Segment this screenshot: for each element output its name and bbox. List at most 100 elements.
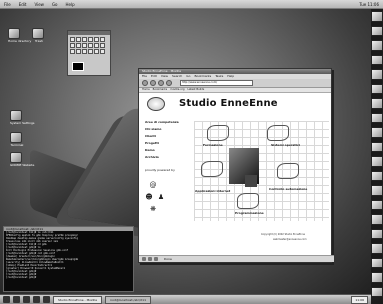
site-nav-link[interactable]: Chi siamo [145, 126, 179, 133]
help-icon[interactable] [13, 296, 20, 303]
forward-icon[interactable] [150, 80, 156, 86]
browser-menu-item[interactable]: File [142, 74, 147, 79]
menubar-clock: Tue 11:06 [359, 1, 379, 7]
dock-icon[interactable] [371, 98, 383, 109]
home-folder-icon [8, 28, 20, 39]
tool-button[interactable] [82, 49, 87, 54]
back-icon[interactable] [142, 80, 148, 86]
dock-icon[interactable] [371, 243, 383, 254]
desktop-icon-settings[interactable]: System Settings [10, 110, 34, 125]
decorative-square [245, 175, 257, 187]
browser-menu-item[interactable]: View [161, 74, 168, 79]
tool-button[interactable] [76, 37, 81, 42]
site-nav-link[interactable]: Clienti [145, 133, 179, 140]
dock-icon[interactable] [371, 83, 383, 94]
browser-statusbar: Done [139, 255, 334, 262]
reload-icon[interactable] [158, 80, 164, 86]
tool-button[interactable] [100, 49, 105, 54]
site-nav-link[interactable]: Archivio [145, 154, 179, 161]
stop-icon[interactable] [166, 80, 172, 86]
tool-button[interactable] [70, 49, 75, 54]
desktop-icon-home[interactable]: Home directory [8, 28, 31, 43]
browser-menu-item[interactable]: Edit [151, 74, 157, 79]
power-label: proudly powered by [145, 168, 175, 172]
browser-menu-item[interactable]: Help [227, 74, 234, 79]
menu-item[interactable]: Edit [15, 2, 31, 7]
gnu-icon: ☻ [145, 193, 153, 201]
section-link[interactable]: Applicazioni internet [195, 189, 230, 193]
dock-icon[interactable] [371, 11, 383, 22]
dock-icon[interactable] [371, 199, 383, 210]
dock-icon[interactable] [371, 228, 383, 239]
star-icon[interactable] [43, 296, 50, 303]
tool-button[interactable] [94, 43, 99, 48]
dock-icon[interactable] [371, 40, 383, 51]
browser-menu-item[interactable]: Search [172, 74, 182, 79]
url-input[interactable]: http://www.enneenne.com/ [180, 80, 253, 86]
menu-item[interactable]: Go [48, 2, 62, 7]
tool-button[interactable] [94, 37, 99, 42]
tool-button[interactable] [100, 43, 105, 48]
tool-button[interactable] [88, 43, 93, 48]
tool-button[interactable] [70, 37, 75, 42]
desktop-icon-label: Trash [35, 39, 43, 43]
menu-item[interactable]: File [0, 2, 15, 7]
dock-icon[interactable] [371, 214, 383, 225]
footer-text: Copyright (C) 2002 Studio EnneEnne [261, 233, 305, 236]
tool-button[interactable] [94, 49, 99, 54]
dock-icon[interactable] [371, 272, 383, 283]
menu-item[interactable]: View [30, 2, 48, 7]
trash-icon [32, 28, 44, 39]
tool-button[interactable] [70, 43, 75, 48]
dock-icon[interactable] [371, 170, 383, 181]
tool-button[interactable] [82, 37, 87, 42]
section-link[interactable]: Programmazione [235, 211, 264, 215]
tool-button[interactable] [76, 49, 81, 54]
section-link[interactable]: Controllo automazione [269, 187, 307, 191]
browser-menu-item[interactable]: Go [186, 74, 190, 79]
tool-button[interactable] [88, 37, 93, 42]
color-swatch[interactable] [72, 62, 84, 71]
site-nav-link[interactable]: Demo [145, 147, 179, 154]
dock-icon[interactable] [371, 25, 383, 36]
tool-button[interactable] [82, 43, 87, 48]
dock-icon[interactable] [371, 127, 383, 138]
toolbox-palette [67, 30, 111, 76]
dock-icon[interactable] [371, 141, 383, 152]
dock-icon[interactable] [371, 69, 383, 80]
dock-icon[interactable] [371, 156, 383, 167]
toolbar-link[interactable]: Latest Builds [187, 88, 204, 92]
terminal-icon [10, 132, 22, 143]
toolbar-link[interactable]: Home [142, 88, 150, 92]
dock-icon[interactable] [371, 112, 383, 123]
browser-menu-item[interactable]: Tasks [215, 74, 223, 79]
browser-window[interactable]: Studio EnneEnne - Mozilla File Edit View… [138, 68, 334, 263]
site-nav-link[interactable]: Progetti [145, 140, 179, 147]
taskbar-task[interactable]: Studio EnneEnne - Mozilla [53, 295, 102, 304]
dock-icon[interactable] [371, 257, 383, 268]
tool-button[interactable] [76, 43, 81, 48]
desktop-icon-trash[interactable]: Trash [32, 28, 46, 43]
desktop-icon-website[interactable]: GNOME Website [10, 152, 34, 167]
site-nav-link[interactable]: Aree di competenza [145, 119, 179, 126]
dock-icon[interactable] [371, 185, 383, 196]
toolbar-link[interactable]: Bookmarks [153, 88, 168, 92]
terminal-window[interactable]: root@localhost: /etc/X11 [root@localhost… [3, 226, 134, 292]
dock-icon[interactable] [371, 286, 383, 297]
section-link[interactable]: Sistemi operativi [271, 143, 300, 147]
toolbar-link[interactable]: mozilla.org [170, 88, 184, 92]
at-sign-icon: @ [149, 181, 157, 189]
browser-menu-item[interactable]: Bookmarks [194, 74, 211, 79]
menu-item[interactable]: Help [62, 2, 79, 7]
tool-button[interactable] [88, 49, 93, 54]
gnome-foot-icon[interactable] [3, 296, 10, 303]
desktop-icon-terminal[interactable]: Terminal [10, 132, 24, 147]
terminal-line: [root@localhost gdm]# [6, 276, 37, 279]
footer-text[interactable]: webmaster@enneenne.com [273, 238, 307, 241]
terminal-launcher-icon[interactable] [23, 296, 30, 303]
section-link[interactable]: Formazione [203, 143, 223, 147]
browser-launcher-icon[interactable] [33, 296, 40, 303]
dock-icon[interactable] [371, 54, 383, 65]
tool-button[interactable] [100, 37, 105, 42]
taskbar-task[interactable]: root@localhost:/etc/X11 [104, 295, 151, 304]
